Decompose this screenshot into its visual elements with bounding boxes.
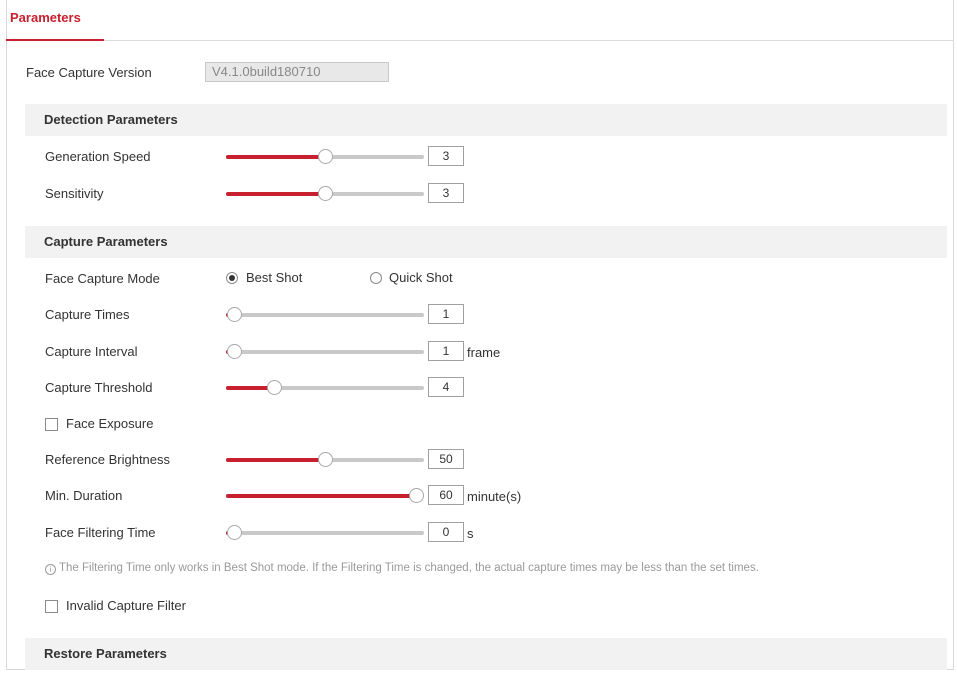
filtering-time-note: i The Filtering Time only works in Best S… [45, 562, 759, 575]
face-exposure-checkbox[interactable] [45, 418, 58, 431]
radio-best-shot[interactable]: Best Shot [226, 267, 336, 291]
slider-thumb[interactable] [318, 149, 333, 164]
radio-quick-shot[interactable]: Quick Shot [370, 267, 480, 291]
generation-speed-label: Generation Speed [45, 149, 151, 164]
capture-threshold-value[interactable]: 4 [428, 377, 464, 397]
min-duration-slider[interactable] [226, 484, 424, 508]
face-filtering-time-unit: s [467, 526, 474, 541]
slider-track [226, 313, 424, 317]
face-filtering-time-value[interactable]: 0 [428, 522, 464, 542]
slider-thumb[interactable] [267, 380, 282, 395]
capture-interval-label: Capture Interval [45, 344, 138, 359]
capture-times-slider[interactable] [226, 303, 424, 327]
slider-thumb[interactable] [227, 344, 242, 359]
min-duration-value[interactable]: 60 [428, 485, 464, 505]
slider-fill [226, 192, 325, 196]
face-filtering-time-slider[interactable] [226, 521, 424, 545]
min-duration-unit: minute(s) [467, 489, 522, 504]
capture-threshold-slider[interactable] [226, 376, 424, 400]
min-duration-label: Min. Duration [45, 488, 123, 503]
reference-brightness-row: Reference Brightness 50 [0, 448, 957, 472]
face-exposure-label: Face Exposure [66, 416, 154, 431]
sensitivity-value[interactable]: 3 [428, 183, 464, 203]
slider-thumb[interactable] [409, 488, 424, 503]
generation-speed-row: Generation Speed 3 [0, 145, 957, 169]
capture-times-row: Capture Times 1 [0, 303, 957, 327]
generation-speed-value[interactable]: 3 [428, 146, 464, 166]
capture-threshold-label: Capture Threshold [45, 380, 153, 395]
capture-times-label: Capture Times [45, 307, 130, 322]
tab-parameters[interactable]: Parameters [6, 0, 104, 41]
section-capture-parameters: Capture Parameters [25, 226, 947, 258]
capture-threshold-row: Capture Threshold 4 [0, 376, 957, 400]
radio-checked-icon[interactable] [226, 272, 238, 284]
invalid-capture-filter-checkbox[interactable] [45, 600, 58, 613]
capture-interval-row: Capture Interval 1 frame [0, 340, 957, 364]
slider-track [226, 350, 424, 354]
tab-bar: Parameters [6, 0, 954, 41]
radio-best-shot-label: Best Shot [246, 270, 303, 285]
slider-thumb[interactable] [227, 525, 242, 540]
slider-thumb[interactable] [318, 186, 333, 201]
version-field: V4.1.0build180710 [205, 62, 389, 82]
invalid-capture-filter-label: Invalid Capture Filter [66, 598, 186, 613]
reference-brightness-label: Reference Brightness [45, 452, 171, 467]
filtering-time-note-text: The Filtering Time only works in Best Sh… [59, 562, 759, 574]
capture-times-value[interactable]: 1 [428, 304, 464, 324]
sensitivity-row: Sensitivity 3 [0, 182, 957, 206]
face-capture-mode-row: Face Capture Mode Best Shot Quick Shot [0, 267, 957, 291]
radio-quick-shot-label: Quick Shot [389, 270, 453, 285]
section-restore-parameters[interactable]: Restore Parameters [25, 638, 947, 670]
face-capture-mode-label: Face Capture Mode [45, 271, 160, 286]
capture-interval-value[interactable]: 1 [428, 341, 464, 361]
face-filtering-time-row: Face Filtering Time 0 s [0, 521, 957, 545]
sensitivity-slider[interactable] [226, 182, 424, 206]
slider-thumb[interactable] [318, 452, 333, 467]
capture-interval-unit: frame [467, 345, 501, 360]
info-circle-icon: i [45, 564, 56, 575]
reference-brightness-slider[interactable] [226, 448, 424, 472]
slider-thumb[interactable] [227, 307, 242, 322]
generation-speed-slider[interactable] [226, 145, 424, 169]
version-label: Face Capture Version [26, 65, 152, 80]
capture-interval-slider[interactable] [226, 340, 424, 364]
slider-fill [226, 494, 416, 498]
slider-fill [226, 458, 325, 462]
invalid-capture-filter-row: Invalid Capture Filter [0, 595, 957, 619]
radio-unchecked-icon[interactable] [370, 272, 382, 284]
reference-brightness-value[interactable]: 50 [428, 449, 464, 469]
version-row: Face Capture Version [0, 61, 957, 85]
slider-fill [226, 155, 325, 159]
section-detection-parameters: Detection Parameters [25, 104, 947, 136]
sensitivity-label: Sensitivity [45, 186, 104, 201]
face-filtering-time-label: Face Filtering Time [45, 525, 156, 540]
face-exposure-row: Face Exposure [0, 413, 957, 437]
min-duration-row: Min. Duration 60 minute(s) [0, 484, 957, 508]
slider-track [226, 531, 424, 535]
